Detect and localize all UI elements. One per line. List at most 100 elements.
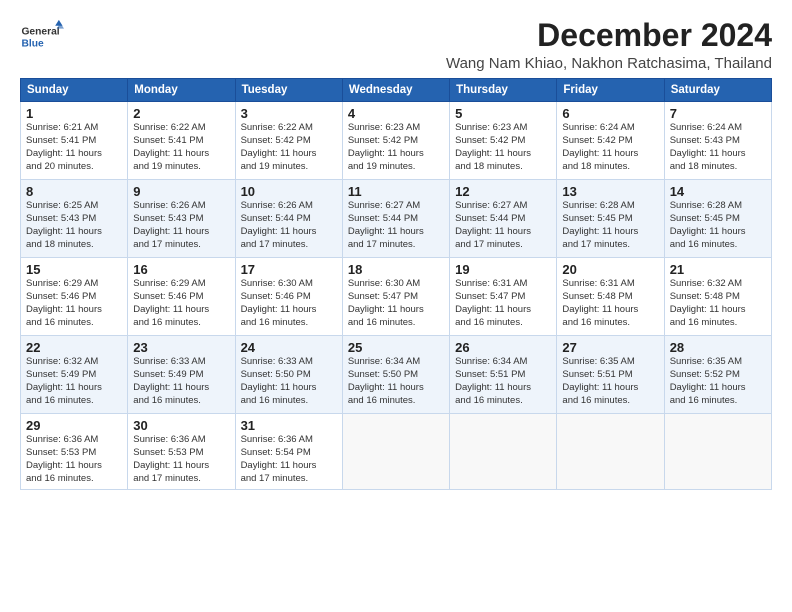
table-row: 8Sunrise: 6:25 AM Sunset: 5:43 PM Daylig… [21, 180, 128, 258]
day-number: 13 [562, 184, 658, 199]
table-row: 16Sunrise: 6:29 AM Sunset: 5:46 PM Dayli… [128, 258, 235, 336]
day-detail: Sunrise: 6:25 AM Sunset: 5:43 PM Dayligh… [26, 200, 122, 251]
table-row: 24Sunrise: 6:33 AM Sunset: 5:50 PM Dayli… [235, 336, 342, 414]
day-number: 31 [241, 418, 337, 433]
table-row: 6Sunrise: 6:24 AM Sunset: 5:42 PM Daylig… [557, 102, 664, 180]
day-number: 21 [670, 262, 766, 277]
day-number: 29 [26, 418, 122, 433]
day-number: 22 [26, 340, 122, 355]
table-row: 3Sunrise: 6:22 AM Sunset: 5:42 PM Daylig… [235, 102, 342, 180]
logo: General Blue [20, 18, 64, 54]
day-detail: Sunrise: 6:32 AM Sunset: 5:48 PM Dayligh… [670, 278, 766, 329]
day-number: 2 [133, 106, 229, 121]
day-number: 30 [133, 418, 229, 433]
day-number: 9 [133, 184, 229, 199]
day-detail: Sunrise: 6:36 AM Sunset: 5:53 PM Dayligh… [133, 434, 229, 485]
day-number: 26 [455, 340, 551, 355]
table-row: 27Sunrise: 6:35 AM Sunset: 5:51 PM Dayli… [557, 336, 664, 414]
day-number: 17 [241, 262, 337, 277]
day-number: 25 [348, 340, 444, 355]
day-detail: Sunrise: 6:28 AM Sunset: 5:45 PM Dayligh… [562, 200, 658, 251]
table-row: 19Sunrise: 6:31 AM Sunset: 5:47 PM Dayli… [450, 258, 557, 336]
col-tuesday: Tuesday [235, 79, 342, 102]
calendar-header-row: Sunday Monday Tuesday Wednesday Thursday… [21, 79, 772, 102]
col-thursday: Thursday [450, 79, 557, 102]
day-detail: Sunrise: 6:31 AM Sunset: 5:48 PM Dayligh… [562, 278, 658, 329]
day-detail: Sunrise: 6:22 AM Sunset: 5:42 PM Dayligh… [241, 122, 337, 173]
day-detail: Sunrise: 6:34 AM Sunset: 5:51 PM Dayligh… [455, 356, 551, 407]
table-row: 23Sunrise: 6:33 AM Sunset: 5:49 PM Dayli… [128, 336, 235, 414]
table-row [664, 414, 771, 490]
day-number: 23 [133, 340, 229, 355]
day-detail: Sunrise: 6:29 AM Sunset: 5:46 PM Dayligh… [26, 278, 122, 329]
day-number: 18 [348, 262, 444, 277]
day-detail: Sunrise: 6:24 AM Sunset: 5:43 PM Dayligh… [670, 122, 766, 173]
day-number: 12 [455, 184, 551, 199]
col-saturday: Saturday [664, 79, 771, 102]
table-row: 25Sunrise: 6:34 AM Sunset: 5:50 PM Dayli… [342, 336, 449, 414]
day-detail: Sunrise: 6:27 AM Sunset: 5:44 PM Dayligh… [455, 200, 551, 251]
day-detail: Sunrise: 6:36 AM Sunset: 5:54 PM Dayligh… [241, 434, 337, 485]
col-monday: Monday [128, 79, 235, 102]
table-row: 26Sunrise: 6:34 AM Sunset: 5:51 PM Dayli… [450, 336, 557, 414]
table-row: 11Sunrise: 6:27 AM Sunset: 5:44 PM Dayli… [342, 180, 449, 258]
table-row [450, 414, 557, 490]
svg-text:General: General [21, 27, 59, 38]
day-number: 16 [133, 262, 229, 277]
day-detail: Sunrise: 6:34 AM Sunset: 5:50 PM Dayligh… [348, 356, 444, 407]
table-row: 22Sunrise: 6:32 AM Sunset: 5:49 PM Dayli… [21, 336, 128, 414]
day-detail: Sunrise: 6:21 AM Sunset: 5:41 PM Dayligh… [26, 122, 122, 173]
col-friday: Friday [557, 79, 664, 102]
month-title: December 2024 [446, 18, 772, 53]
header: General Blue December 2024 Wang Nam Khia… [20, 18, 772, 72]
table-row [557, 414, 664, 490]
day-number: 19 [455, 262, 551, 277]
table-row: 2Sunrise: 6:22 AM Sunset: 5:41 PM Daylig… [128, 102, 235, 180]
day-detail: Sunrise: 6:30 AM Sunset: 5:47 PM Dayligh… [348, 278, 444, 329]
table-row: 13Sunrise: 6:28 AM Sunset: 5:45 PM Dayli… [557, 180, 664, 258]
day-detail: Sunrise: 6:35 AM Sunset: 5:51 PM Dayligh… [562, 356, 658, 407]
day-number: 8 [26, 184, 122, 199]
day-detail: Sunrise: 6:32 AM Sunset: 5:49 PM Dayligh… [26, 356, 122, 407]
svg-text:Blue: Blue [21, 38, 44, 49]
day-number: 5 [455, 106, 551, 121]
day-number: 4 [348, 106, 444, 121]
day-detail: Sunrise: 6:26 AM Sunset: 5:43 PM Dayligh… [133, 200, 229, 251]
logo-icon: General Blue [20, 18, 64, 54]
day-detail: Sunrise: 6:27 AM Sunset: 5:44 PM Dayligh… [348, 200, 444, 251]
day-detail: Sunrise: 6:22 AM Sunset: 5:41 PM Dayligh… [133, 122, 229, 173]
day-number: 10 [241, 184, 337, 199]
table-row: 14Sunrise: 6:28 AM Sunset: 5:45 PM Dayli… [664, 180, 771, 258]
table-row: 18Sunrise: 6:30 AM Sunset: 5:47 PM Dayli… [342, 258, 449, 336]
table-row: 15Sunrise: 6:29 AM Sunset: 5:46 PM Dayli… [21, 258, 128, 336]
table-row: 5Sunrise: 6:23 AM Sunset: 5:42 PM Daylig… [450, 102, 557, 180]
day-detail: Sunrise: 6:33 AM Sunset: 5:50 PM Dayligh… [241, 356, 337, 407]
day-number: 20 [562, 262, 658, 277]
day-detail: Sunrise: 6:23 AM Sunset: 5:42 PM Dayligh… [348, 122, 444, 173]
table-row: 10Sunrise: 6:26 AM Sunset: 5:44 PM Dayli… [235, 180, 342, 258]
day-detail: Sunrise: 6:28 AM Sunset: 5:45 PM Dayligh… [670, 200, 766, 251]
day-number: 11 [348, 184, 444, 199]
table-row: 30Sunrise: 6:36 AM Sunset: 5:53 PM Dayli… [128, 414, 235, 490]
table-row: 7Sunrise: 6:24 AM Sunset: 5:43 PM Daylig… [664, 102, 771, 180]
day-detail: Sunrise: 6:24 AM Sunset: 5:42 PM Dayligh… [562, 122, 658, 173]
table-row: 1Sunrise: 6:21 AM Sunset: 5:41 PM Daylig… [21, 102, 128, 180]
day-number: 24 [241, 340, 337, 355]
day-number: 7 [670, 106, 766, 121]
table-row: 31Sunrise: 6:36 AM Sunset: 5:54 PM Dayli… [235, 414, 342, 490]
title-block: December 2024 Wang Nam Khiao, Nakhon Rat… [446, 18, 772, 72]
day-detail: Sunrise: 6:26 AM Sunset: 5:44 PM Dayligh… [241, 200, 337, 251]
table-row: 28Sunrise: 6:35 AM Sunset: 5:52 PM Dayli… [664, 336, 771, 414]
table-row: 17Sunrise: 6:30 AM Sunset: 5:46 PM Dayli… [235, 258, 342, 336]
table-row [342, 414, 449, 490]
table-row: 21Sunrise: 6:32 AM Sunset: 5:48 PM Dayli… [664, 258, 771, 336]
day-detail: Sunrise: 6:36 AM Sunset: 5:53 PM Dayligh… [26, 434, 122, 485]
day-number: 28 [670, 340, 766, 355]
day-number: 6 [562, 106, 658, 121]
day-number: 27 [562, 340, 658, 355]
table-row: 20Sunrise: 6:31 AM Sunset: 5:48 PM Dayli… [557, 258, 664, 336]
day-detail: Sunrise: 6:23 AM Sunset: 5:42 PM Dayligh… [455, 122, 551, 173]
table-row: 9Sunrise: 6:26 AM Sunset: 5:43 PM Daylig… [128, 180, 235, 258]
day-number: 3 [241, 106, 337, 121]
calendar-table: Sunday Monday Tuesday Wednesday Thursday… [20, 78, 772, 490]
